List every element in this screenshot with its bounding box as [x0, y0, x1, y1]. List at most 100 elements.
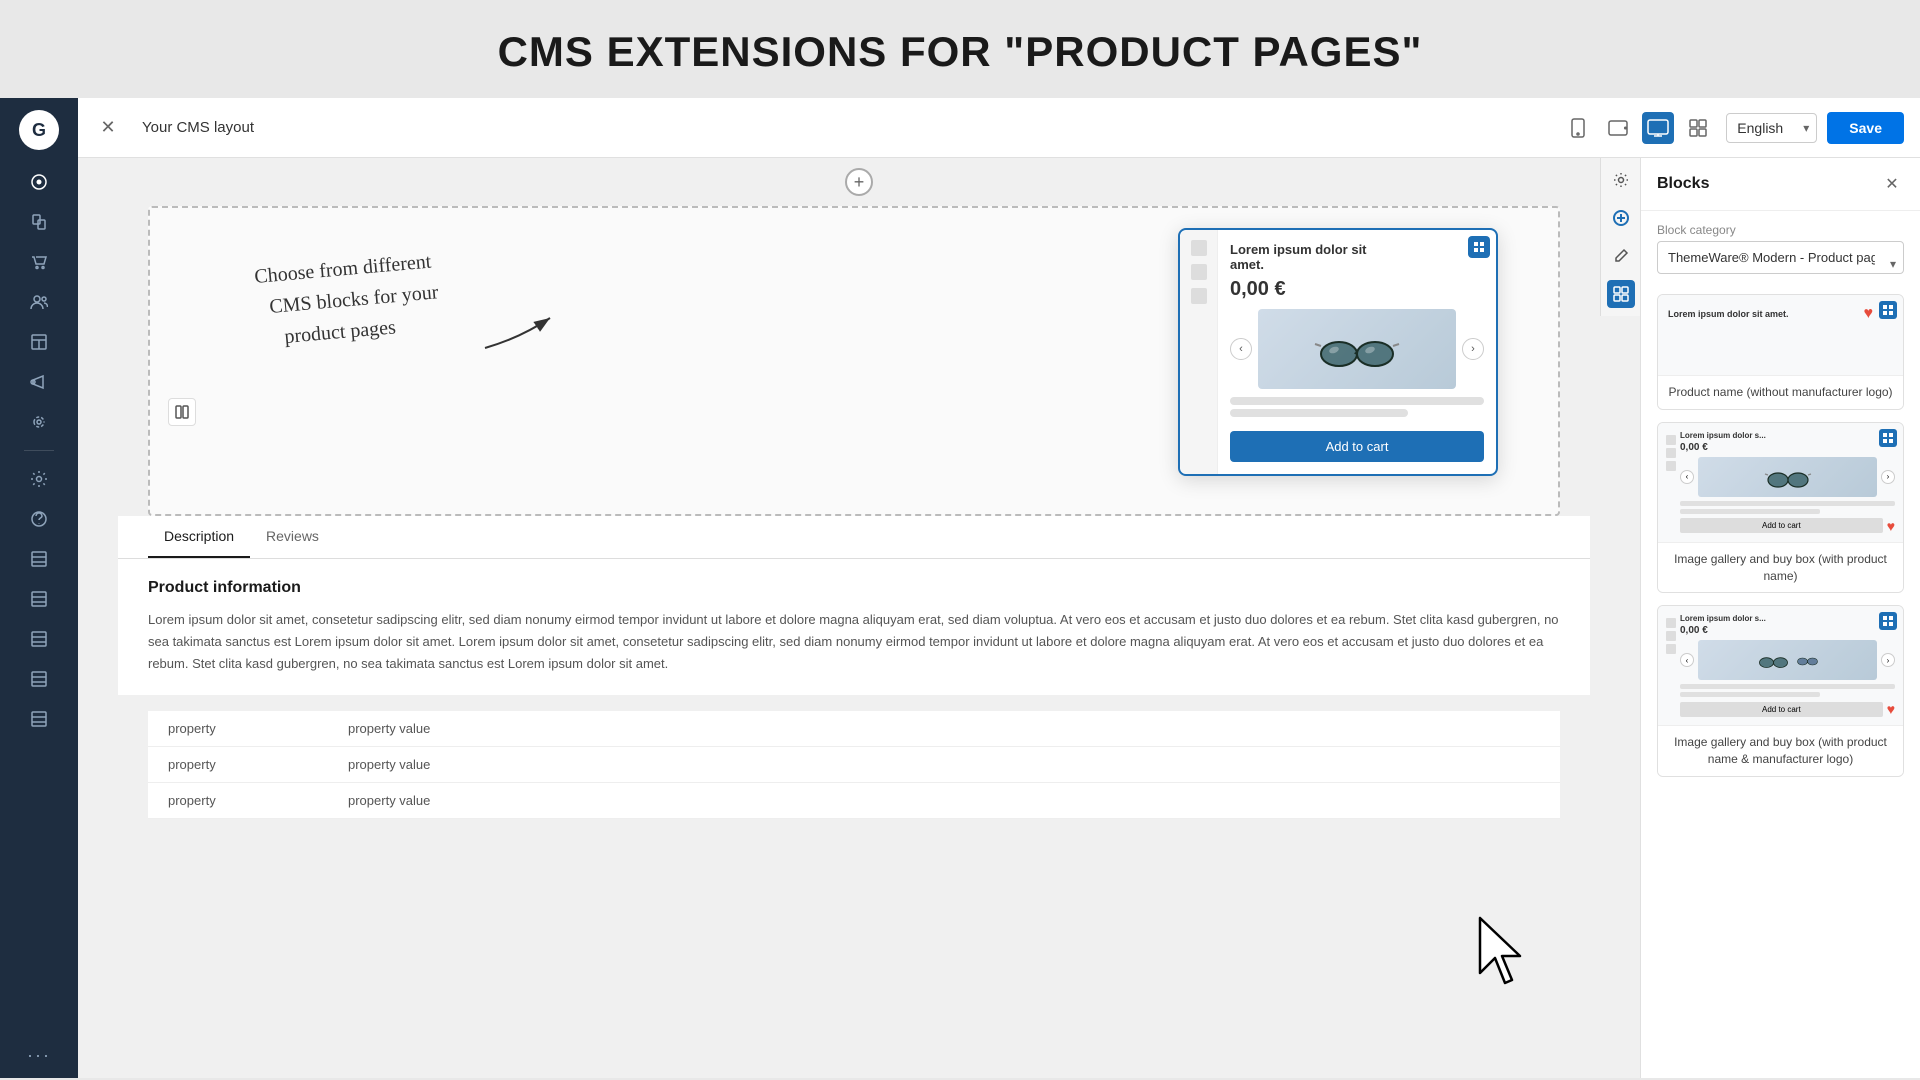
canvas-tool-add[interactable]	[1607, 204, 1635, 232]
device-grid-btn[interactable]	[1682, 112, 1714, 144]
sidebar-logo[interactable]: G	[19, 110, 59, 150]
ig-action-row: Add to cart ♥	[1680, 518, 1895, 534]
table-row: property property value	[148, 783, 1560, 819]
properties-table: property property value property propert…	[148, 711, 1560, 819]
sidebar-item-table5[interactable]	[18, 701, 60, 737]
canvas-tool-block[interactable]	[1607, 280, 1635, 308]
ig-next[interactable]: ›	[1881, 470, 1895, 484]
ig-img-row: ‹	[1680, 457, 1895, 497]
product-block: Choose from different CMS blocks for you…	[148, 206, 1560, 516]
sidebar-item-help[interactable]	[18, 501, 60, 537]
igl-cart-btn[interactable]: Add to cart	[1680, 702, 1883, 717]
device-mobile-btn[interactable]	[1562, 112, 1594, 144]
sidebar-item-table2[interactable]	[18, 581, 60, 617]
sidebar-item-pages[interactable]	[18, 204, 60, 240]
block-label-image-gallery: Image gallery and buy box (with product …	[1658, 542, 1903, 593]
add-to-cart-button[interactable]: Add to cart	[1230, 431, 1484, 462]
block-text: Lorem ipsum dolor sit amet.	[1668, 308, 1858, 321]
igl-prev[interactable]: ‹	[1680, 653, 1694, 667]
next-btn[interactable]: ›	[1462, 338, 1484, 360]
igl-title: Lorem ipsum dolor s...	[1680, 614, 1895, 623]
tab-description[interactable]: Description	[148, 516, 250, 558]
ig-thumbs	[1666, 431, 1676, 534]
ig-image	[1698, 457, 1877, 497]
prev-btn[interactable]: ‹	[1230, 338, 1252, 360]
right-panel-close-button[interactable]: ✕	[1880, 172, 1904, 196]
add-section-button[interactable]: +	[845, 168, 873, 196]
block-item-image-gallery[interactable]: Lorem ipsum dolor s... 0,00 € ‹	[1657, 422, 1904, 594]
sidebar-item-settings[interactable]	[18, 461, 60, 497]
layout-tool[interactable]	[168, 398, 196, 426]
canvas-tool-settings[interactable]	[1607, 166, 1635, 194]
block-item-image-gallery-logo[interactable]: Lorem ipsum dolor s... 0,00 € ‹	[1657, 605, 1904, 777]
bar2	[1230, 409, 1408, 417]
ig-price: 0,00 €	[1680, 442, 1895, 453]
prop-key-2: property	[148, 757, 348, 772]
block-preview-image-gallery: Lorem ipsum dolor s... 0,00 € ‹	[1658, 423, 1903, 542]
thumb1	[1191, 240, 1207, 256]
tab-reviews[interactable]: Reviews	[250, 516, 335, 558]
bar1	[1230, 397, 1484, 405]
sidebar-item-table1[interactable]	[18, 541, 60, 577]
canvas-add-top: +	[78, 158, 1640, 206]
save-button[interactable]: Save	[1827, 112, 1904, 144]
block-category-selector[interactable]: ThemeWare® Modern - Product page	[1641, 241, 1920, 286]
block-label-product-name: Product name (without manufacturer logo)	[1658, 375, 1903, 409]
canvas-tools-right	[1600, 158, 1640, 316]
ig-heart-icon: ♥	[1887, 518, 1895, 534]
topbar-right: English German Save	[1726, 112, 1904, 144]
igl-thumb2	[1666, 631, 1676, 641]
device-desktop-btn[interactable]	[1642, 112, 1674, 144]
language-select[interactable]: English German	[1726, 113, 1817, 143]
igl-thumbs	[1666, 614, 1676, 717]
product-preview-card: Lorem ipsum dolor sit amet. 0,00 € ‹	[1178, 228, 1498, 476]
page-title: CMS EXTENSIONS FOR "PRODUCT PAGES"	[0, 0, 1920, 98]
ig-bar2	[1680, 509, 1820, 514]
sidebar-item-dashboard[interactable]	[18, 164, 60, 200]
block-item-product-name[interactable]: Lorem ipsum dolor sit amet. ♥ Product na…	[1657, 294, 1904, 410]
igl-main: Lorem ipsum dolor s... 0,00 € ‹	[1680, 614, 1895, 717]
sidebar-item-users[interactable]	[18, 284, 60, 320]
sidebar-item-integrations[interactable]	[18, 404, 60, 440]
right-panel: Blocks ✕ Block category ThemeWare® Moder…	[1640, 158, 1920, 1078]
prop-key-3: property	[148, 793, 348, 808]
igl-img-row: ‹	[1680, 640, 1895, 680]
ig-thumb1	[1666, 435, 1676, 445]
sidebar-more[interactable]: ···	[27, 1045, 51, 1066]
sidebar-item-table4[interactable]	[18, 661, 60, 697]
product-info-text: Lorem ipsum dolor sit amet, consetetur s…	[148, 609, 1560, 675]
igl-thumb1	[1666, 618, 1676, 628]
sidebar-item-layouts[interactable]	[18, 324, 60, 360]
device-switcher	[1562, 112, 1714, 144]
prop-val-2: property value	[348, 757, 430, 772]
sidebar-item-marketing[interactable]	[18, 364, 60, 400]
ig-cart-btn[interactable]: Add to cart	[1680, 518, 1883, 533]
ig-title: Lorem ipsum dolor s...	[1680, 431, 1895, 440]
igl-action-row: Add to cart ♥	[1680, 701, 1895, 717]
device-tablet-btn[interactable]	[1602, 112, 1634, 144]
igl-bar2	[1680, 692, 1820, 697]
block-category-select[interactable]: ThemeWare® Modern - Product page	[1657, 241, 1904, 274]
product-info-title: Product information	[148, 579, 1560, 597]
right-panel-header: Blocks ✕	[1641, 158, 1920, 211]
close-button[interactable]: ✕	[94, 114, 122, 142]
igl-next[interactable]: ›	[1881, 653, 1895, 667]
ig-prev[interactable]: ‹	[1680, 470, 1694, 484]
block-preview-image-gallery-logo: Lorem ipsum dolor s... 0,00 € ‹	[1658, 606, 1903, 725]
canvas-area: +	[78, 158, 1640, 1078]
sidebar-item-table3[interactable]	[18, 621, 60, 657]
page-wrapper: CMS EXTENSIONS FOR "PRODUCT PAGES" G	[0, 0, 1920, 1080]
igl-image-row	[1698, 640, 1877, 680]
ig-thumb3	[1666, 461, 1676, 471]
block-category-label: Block category	[1641, 211, 1920, 241]
igl-bar1	[1680, 684, 1895, 689]
app-shell: G	[0, 98, 1920, 1078]
igl-heart-icon: ♥	[1887, 701, 1895, 717]
thumb3	[1191, 288, 1207, 304]
sidebar-item-shopping[interactable]	[18, 244, 60, 280]
canvas-tool-edit[interactable]	[1607, 242, 1635, 270]
topbar: ✕ Your CMS layout	[78, 98, 1920, 158]
block-label-image-gallery-logo: Image gallery and buy box (with product …	[1658, 725, 1903, 776]
language-selector[interactable]: English German	[1726, 113, 1817, 143]
preview-image-row: ‹	[1230, 309, 1484, 389]
